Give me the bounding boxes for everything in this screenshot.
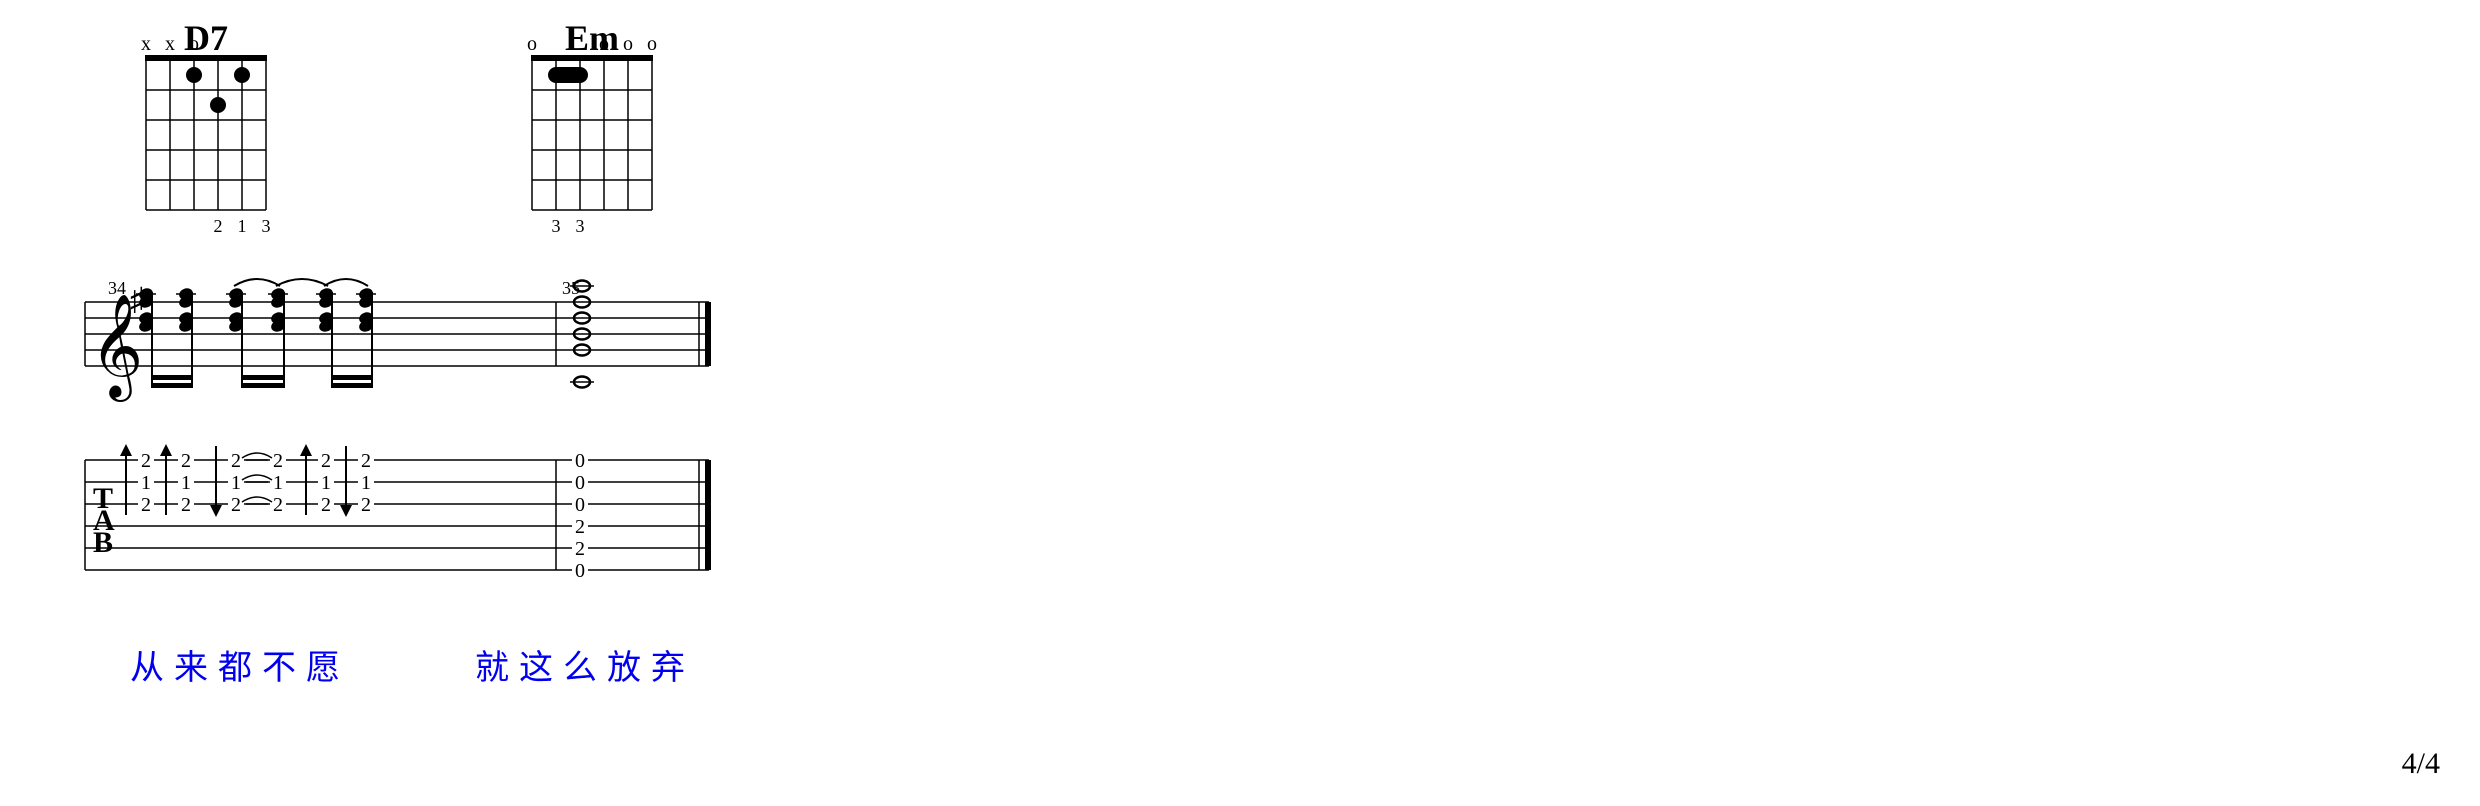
svg-text:2: 2 [575,538,585,560]
svg-text:o: o [623,33,633,55]
svg-text:2: 2 [361,494,371,516]
svg-text:2: 2 [141,494,151,516]
svg-text:x: x [165,33,175,55]
svg-text:2: 2 [231,450,241,472]
svg-text:1: 1 [231,472,241,494]
svg-text:3: 3 [262,216,271,236]
svg-text:2: 2 [141,450,151,472]
svg-text:34: 34 [108,278,126,298]
svg-text:2: 2 [575,516,585,538]
svg-text:1: 1 [141,472,151,494]
svg-text:2: 2 [321,494,331,516]
svg-text:0: 0 [575,472,585,494]
svg-text:2: 2 [361,450,371,472]
svg-text:3: 3 [552,216,561,236]
svg-text:B: B [93,526,113,559]
svg-text:o: o [647,33,657,55]
svg-text:2: 2 [231,494,241,516]
svg-text:2: 2 [273,494,283,516]
sheet-page: D7xxo213Emoooo33𝄞♯3435TAB212212212212212… [0,0,2480,801]
page-number: 4/4 [2402,747,2440,781]
svg-text:1: 1 [238,216,247,236]
svg-text:o: o [599,33,609,55]
svg-text:1: 1 [181,472,191,494]
svg-text:1: 1 [361,472,371,494]
svg-text:o: o [527,33,537,55]
svg-text:3: 3 [576,216,585,236]
svg-text:0: 0 [575,494,585,516]
lyric-line: 就这么放弃 [475,640,695,689]
svg-text:o: o [189,33,199,55]
svg-text:2: 2 [181,450,191,472]
svg-text:0: 0 [575,450,585,472]
svg-text:0: 0 [575,560,585,582]
svg-text:1: 1 [321,472,331,494]
svg-text:2: 2 [273,450,283,472]
svg-text:Em: Em [565,18,619,58]
svg-text:2: 2 [214,216,223,236]
lyric-line: 从来都不愿 [130,640,350,689]
notation-svg: D7xxo213Emoooo33𝄞♯3435TAB212212212212212… [0,0,2480,801]
svg-text:2: 2 [321,450,331,472]
svg-text:2: 2 [181,494,191,516]
svg-text:1: 1 [273,472,283,494]
svg-text:x: x [141,33,151,55]
